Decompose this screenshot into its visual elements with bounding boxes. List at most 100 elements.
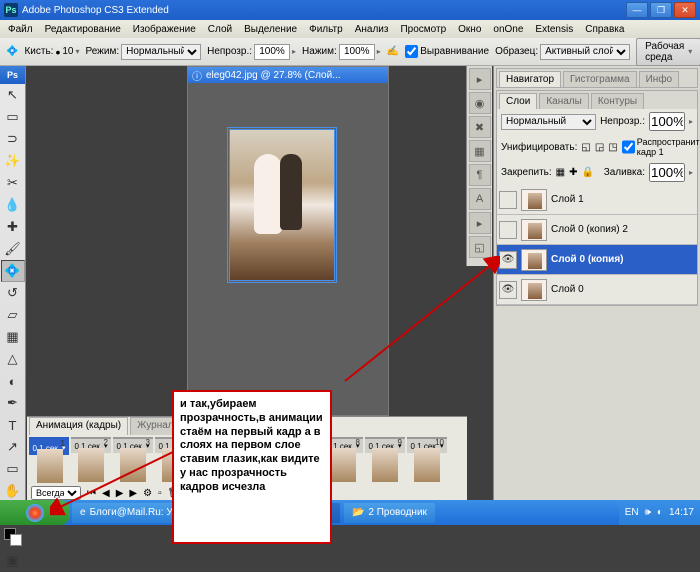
align-checkbox[interactable] (405, 45, 418, 58)
tab-histogram[interactable]: Гистограмма (563, 71, 637, 87)
system-tray[interactable]: EN 🕪 ◐ 14:17 (619, 500, 700, 525)
unify-label: Унифицировать: (501, 142, 577, 153)
brush-tool[interactable]: 🖌 (1, 238, 25, 260)
sample-label: Образец: (495, 46, 538, 57)
workspace-button[interactable]: Рабочая среда▾ (636, 38, 700, 66)
tray-icon[interactable]: ◐ (657, 507, 663, 518)
language-indicator[interactable]: EN (625, 507, 639, 518)
well-icon-2[interactable]: ◉ (469, 92, 491, 114)
anim-frame[interactable]: 1 (29, 437, 69, 441)
visibility-icon[interactable] (499, 221, 517, 239)
lasso-tool[interactable]: ⊃ (1, 128, 25, 150)
anim-frame[interactable]: 2 (71, 437, 111, 439)
well-icon-1[interactable]: ▸ (469, 68, 491, 90)
flow-input[interactable] (339, 44, 375, 60)
unify-icon-1[interactable]: ◱ (581, 142, 590, 153)
brush-size[interactable]: 10 (62, 46, 73, 57)
canvas[interactable] (229, 129, 335, 281)
menu-edit[interactable]: Редактирование (39, 24, 127, 35)
folder-icon: 📂 (352, 507, 364, 518)
tab-info[interactable]: Инфо (639, 71, 680, 87)
lock-all-icon[interactable]: 🔒 (582, 167, 594, 178)
propagate-checkbox[interactable] (622, 137, 635, 157)
crop-tool[interactable]: ✂ (1, 172, 25, 194)
stamp-icon: 💠 (6, 46, 18, 57)
visibility-icon[interactable] (499, 191, 517, 209)
move-tool[interactable]: ↖ (1, 84, 25, 106)
visibility-icon[interactable]: 👁 (499, 281, 517, 299)
stamp-tool[interactable]: 💠 (1, 260, 25, 282)
menu-layer[interactable]: Слой (202, 24, 238, 35)
tab-navigator[interactable]: Навигатор (499, 71, 561, 87)
heal-tool[interactable]: ✚ (1, 216, 25, 238)
anim-frame[interactable]: 10 (407, 437, 447, 439)
pen-tool[interactable]: ✒ (1, 392, 25, 414)
blend-mode-select[interactable]: Нормальный (501, 114, 596, 130)
anim-frame[interactable]: 3 (113, 437, 153, 439)
sample-select[interactable]: Активный слой (540, 44, 630, 60)
menu-window[interactable]: Окно (452, 24, 487, 35)
well-icon-7[interactable]: ▸ (469, 212, 491, 234)
menu-extensis[interactable]: Extensis (529, 24, 579, 35)
layer-row[interactable]: Слой 1 (497, 185, 697, 215)
airbrush-icon[interactable]: ✍ (387, 46, 399, 57)
menu-bar: Файл Редактирование Изображение Слой Выд… (0, 20, 700, 38)
lock-pos-icon[interactable]: ✚ (569, 167, 577, 178)
unify-icon-3[interactable]: ◳ (608, 142, 617, 153)
menu-filter[interactable]: Фильтр (303, 24, 349, 35)
layer-row[interactable]: 👁Слой 0 (копия) (497, 245, 697, 275)
well-icon-4[interactable]: ▦ (469, 140, 491, 162)
menu-analysis[interactable]: Анализ (349, 24, 395, 35)
well-icon-5[interactable]: ¶ (469, 164, 491, 186)
bg-color[interactable] (10, 534, 22, 546)
tab-animation[interactable]: Анимация (кадры) (29, 417, 128, 435)
tab-channels[interactable]: Каналы (539, 93, 589, 109)
visibility-icon[interactable]: 👁 (499, 251, 517, 269)
opacity-input[interactable] (254, 44, 290, 60)
well-icon-3[interactable]: ✖ (469, 116, 491, 138)
menu-image[interactable]: Изображение (127, 24, 202, 35)
eraser-tool[interactable]: ▱ (1, 304, 25, 326)
close-button[interactable]: ✕ (674, 2, 696, 18)
eyedropper-tool[interactable]: 💧 (1, 194, 25, 216)
marquee-tool[interactable]: ▭ (1, 106, 25, 128)
arrow-annotation-2 (340, 256, 500, 386)
tools-panel: Ps ↖ ▭ ⊃ ✨ ✂ 💧 ✚ 🖌 💠 ↺ ▱ ▦ △ ◐ ✒ T ↗ ▭ ✋… (0, 66, 26, 500)
tab-layers[interactable]: Слои (499, 93, 537, 109)
photo-content (230, 130, 334, 280)
path-tool[interactable]: ↗ (1, 436, 25, 458)
menu-file[interactable]: Файл (2, 24, 39, 35)
layer-opacity-input[interactable] (649, 112, 685, 131)
hand-tool[interactable]: ✋ (1, 480, 25, 502)
wand-tool[interactable]: ✨ (1, 150, 25, 172)
lock-px-icon[interactable]: ▦ (556, 167, 565, 178)
menu-onone[interactable]: onOne (487, 24, 529, 35)
layer-row[interactable]: Слой 0 (копия) 2 (497, 215, 697, 245)
unify-icon-2[interactable]: ◲ (595, 142, 604, 153)
anim-frame[interactable]: 9 (365, 437, 405, 439)
menu-view[interactable]: Просмотр (394, 24, 452, 35)
blur-tool[interactable]: △ (1, 348, 25, 370)
well-icon-8[interactable]: ◱ (469, 236, 491, 258)
fill-input[interactable] (649, 163, 685, 182)
tab-paths[interactable]: Контуры (591, 93, 644, 109)
layer-row[interactable]: 👁Слой 0 (497, 275, 697, 305)
taskbar-item[interactable]: 📂2 Проводник (344, 503, 435, 523)
shape-tool[interactable]: ▭ (1, 458, 25, 480)
well-icon-6[interactable]: A (469, 188, 491, 210)
tray-icon[interactable]: 🕪 (645, 507, 651, 518)
mode-select[interactable]: Нормальный (121, 44, 201, 60)
type-tool[interactable]: T (1, 414, 25, 436)
minimize-button[interactable]: — (626, 2, 648, 18)
photoshop-logo-icon: Ps (4, 3, 18, 17)
maximize-button[interactable]: ❐ (650, 2, 672, 18)
menu-help[interactable]: Справка (579, 24, 630, 35)
frame-thumb (330, 448, 356, 482)
dodge-tool[interactable]: ◐ (1, 370, 25, 392)
clock[interactable]: 14:17 (669, 507, 694, 518)
gradient-tool[interactable]: ▦ (1, 326, 25, 348)
options-bar: 💠 Кисть:•10▾ Режим:Нормальный Непрозр.:▸… (0, 38, 700, 66)
quickmask-button[interactable]: ▣ (1, 550, 25, 572)
history-brush-tool[interactable]: ↺ (1, 282, 25, 304)
menu-select[interactable]: Выделение (238, 24, 303, 35)
